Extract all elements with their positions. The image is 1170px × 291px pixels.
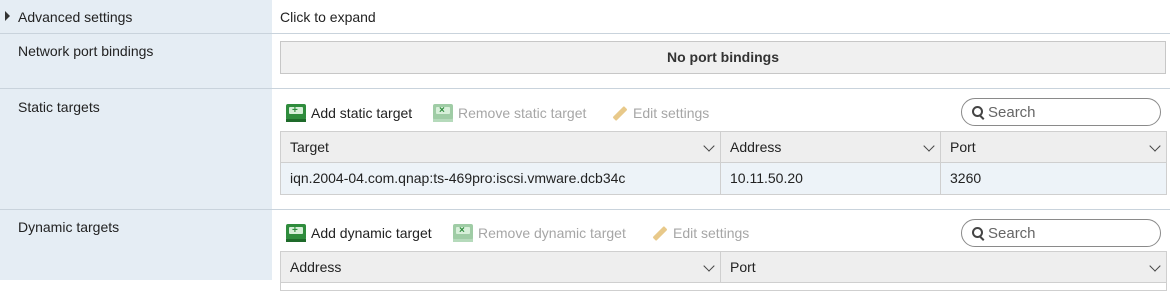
dynamic-targets-content: + Add dynamic target × Remove dynamic ta… [272,210,1170,291]
chevron-down-icon[interactable] [703,260,715,272]
remove-dynamic-target-button[interactable]: × Remove dynamic target [453,223,626,243]
edit-settings-label: Edit settings [633,105,710,121]
edit-settings-button[interactable]: Edit settings [650,223,749,243]
advanced-settings-value-cell[interactable]: Click to expand [272,0,1170,33]
dynamic-targets-label-cell: Dynamic targets [0,210,272,280]
edit-settings-label: Edit settings [673,225,750,241]
advanced-settings-value[interactable]: Click to expand [280,9,376,25]
static-targets-search-input[interactable] [988,102,1148,122]
table-row[interactable]: iqn.2004-04.com.qnap:ts-469pro:iscsi.vmw… [281,163,1166,194]
static-targets-label-cell: Static targets [0,89,272,209]
add-static-target-button[interactable]: + Add static target [286,103,412,123]
dynamic-targets-search[interactable] [961,219,1161,247]
advanced-settings-label-cell[interactable]: Advanced settings [0,0,272,33]
column-header-label: Address [730,139,782,155]
remove-static-target-button[interactable]: × Remove static target [433,103,586,123]
column-header-label: Port [730,259,756,275]
column-header-label: Port [950,139,976,155]
add-target-icon: + [286,104,306,122]
search-icon [972,227,983,238]
expand-arrow-icon[interactable] [5,11,10,21]
chevron-down-icon[interactable] [1149,260,1161,272]
column-header-label: Address [290,259,342,275]
add-dynamic-target-label: Add dynamic target [311,225,432,241]
column-header-address[interactable]: Address [281,252,721,282]
edit-settings-button[interactable]: Edit settings [610,103,709,123]
remove-static-target-label: Remove static target [458,105,587,121]
dynamic-targets-row: Dynamic targets + Add dynamic target × R… [0,210,1170,291]
cell-address: 10.11.50.20 [721,163,941,194]
chevron-down-icon[interactable] [1149,140,1161,152]
add-static-target-label: Add static target [311,105,413,121]
cell-port: 3260 [950,170,982,186]
column-header-address[interactable]: Address [721,132,941,162]
static-targets-row: Static targets + Add static target × Rem… [0,89,1170,210]
add-target-icon: + [286,224,306,242]
static-targets-table: Target Address Port iqn.2004-04.com.qnap… [280,131,1167,195]
advanced-settings-label: Advanced settings [18,9,133,25]
network-port-bindings-content: No port bindings [272,34,1170,88]
table-header: Address Port [281,252,1166,283]
static-targets-content: + Add static target × Remove static targ… [272,89,1170,209]
chevron-down-icon[interactable] [703,140,715,152]
add-dynamic-target-button[interactable]: + Add dynamic target [286,223,432,243]
network-port-bindings-label: Network port bindings [18,43,154,59]
column-header-port[interactable]: Port [721,252,1166,282]
remove-dynamic-target-label: Remove dynamic target [478,225,626,241]
network-port-bindings-label-cell: Network port bindings [0,34,272,88]
dynamic-targets-search-input[interactable] [988,223,1148,243]
dynamic-targets-table: Address Port [280,251,1167,291]
remove-target-icon: × [433,104,453,122]
remove-target-icon: × [453,224,473,242]
column-header-port[interactable]: Port [941,132,1166,162]
column-header-label: Target [290,139,329,155]
advanced-settings-row[interactable]: Advanced settings Click to expand [0,0,1170,34]
static-targets-search[interactable] [961,98,1161,126]
network-port-bindings-row: Network port bindings No port bindings [0,34,1170,89]
dynamic-targets-label: Dynamic targets [18,219,120,235]
pencil-icon [650,224,668,242]
static-targets-label: Static targets [18,99,100,115]
column-header-target[interactable]: Target [281,132,721,162]
table-header: Target Address Port [281,132,1166,163]
cell-target: iqn.2004-04.com.qnap:ts-469pro:iscsi.vmw… [281,163,721,194]
no-port-bindings-message: No port bindings [280,41,1166,74]
search-icon [972,106,983,117]
chevron-down-icon[interactable] [923,140,935,152]
pencil-icon [610,104,628,122]
